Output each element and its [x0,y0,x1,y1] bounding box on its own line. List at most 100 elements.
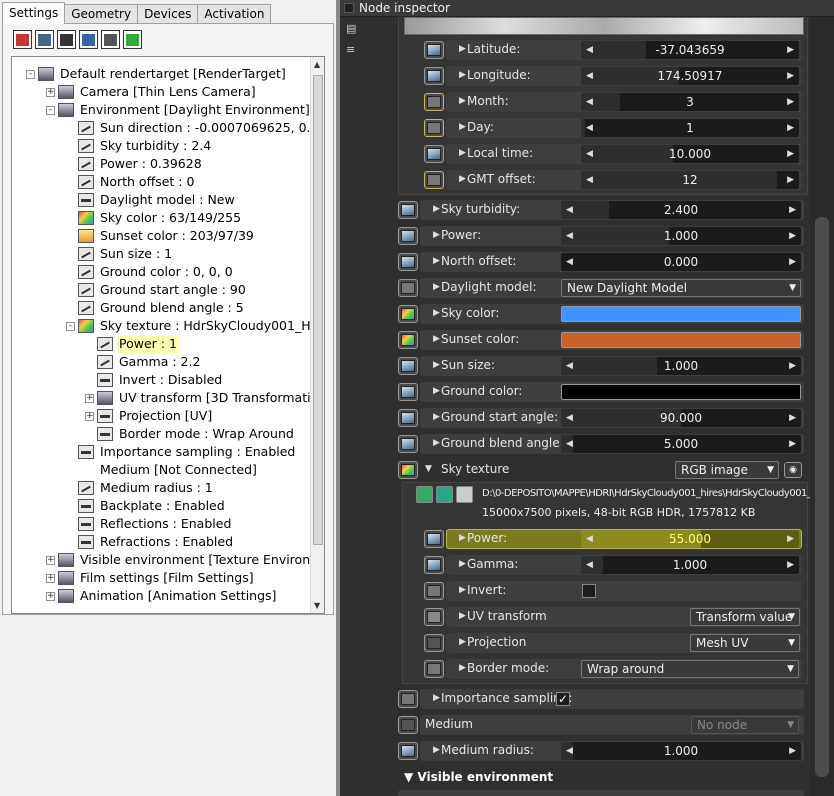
scroll-down-icon[interactable]: ▼ [314,601,320,610]
param-checkbox[interactable]: ✓ [556,692,570,706]
increment-icon[interactable]: ▶ [789,742,796,760]
param-icon[interactable] [424,171,444,189]
expand-arrow-icon[interactable]: ▶ [433,693,441,703]
tree-item[interactable]: Medium radius : 1 [66,479,215,497]
tree-item[interactable]: Refractions : Enabled [66,533,235,551]
expand-arrow-icon[interactable]: ▶ [459,585,467,595]
expand-arrow-icon[interactable]: ▶ [459,637,467,647]
tree-item[interactable]: Sun size : 1 [66,245,174,263]
decrement-icon[interactable]: ◀ [586,41,593,59]
inspector-scroll-thumb[interactable] [815,217,829,777]
param-icon[interactable] [398,201,418,219]
tree-item[interactable]: Border mode : Wrap Around [85,425,296,443]
param-icon[interactable] [424,660,444,678]
tree-item[interactable]: Sky color : 63/149/255 [66,209,243,227]
expand-arrow-icon[interactable]: ▶ [433,745,441,755]
expand-arrow-icon[interactable]: ▶ [459,70,467,80]
increment-icon[interactable]: ▶ [789,201,796,219]
tree-item[interactable]: Gamma : 2.2 [85,353,202,371]
increment-icon[interactable]: ▶ [787,530,794,548]
decrement-icon[interactable]: ◀ [566,227,573,245]
increment-icon[interactable]: ▶ [787,41,794,59]
tree-item[interactable]: - Sky texture : HdrSkyCloudy001_HDR_HIRES [66,317,324,335]
color-swatch[interactable] [561,332,801,348]
scroll-up-icon[interactable]: ▲ [314,60,320,69]
reload-icon[interactable] [436,486,453,503]
expand-icon[interactable]: + [46,555,55,565]
param-dropdown[interactable]: Mesh UV ▼ [690,634,800,652]
expand-arrow-icon[interactable]: ▶ [433,412,441,422]
tree-item[interactable]: Sun direction : -0.0007069625, 0.0005894 [66,119,324,137]
param-icon[interactable] [424,119,444,137]
collapse-icon[interactable]: - [46,105,55,115]
tree-item[interactable]: Ground color : 0, 0, 0 [66,263,235,281]
expand-arrow-icon[interactable]: ▶ [459,663,467,673]
param-slider[interactable]: ◀ 1.000 ▶ [561,742,801,760]
param-checkbox[interactable] [582,584,596,598]
tree-item[interactable]: Backplate : Enabled [66,497,227,515]
tree-item[interactable]: + Animation [Animation Settings] [46,587,278,605]
expand-arrow-icon[interactable]: ▶ [459,533,467,543]
decrement-icon[interactable]: ◀ [586,93,593,111]
decrement-icon[interactable]: ◀ [566,253,573,271]
param-icon[interactable] [424,556,444,574]
expand-arrow-icon[interactable]: ▶ [459,96,467,106]
tree-item[interactable]: Importance sampling : Enabled [66,443,297,461]
decrement-icon[interactable]: ◀ [566,742,573,760]
param-dropdown[interactable]: Transform value ▼ [690,608,800,626]
decrement-icon[interactable]: ◀ [566,201,573,219]
param-icon[interactable] [398,331,418,349]
param-icon[interactable] [398,435,418,453]
param-slider[interactable]: ◀ 5.000 ▶ [561,435,801,453]
expand-arrow-icon[interactable]: ▶ [433,282,441,292]
collapse-arrow-icon[interactable]: ▼ [425,464,432,474]
expand-arrow-icon[interactable]: ▶ [433,438,441,448]
tree-item[interactable]: Ground start angle : 90 [66,281,248,299]
param-icon[interactable] [424,608,444,626]
param-slider[interactable]: ◀ 10.000 ▶ [581,145,799,163]
param-slider[interactable]: ◀ 1 ▶ [581,119,799,137]
param-icon[interactable] [398,279,418,297]
increment-icon[interactable]: ▶ [789,227,796,245]
increment-icon[interactable]: ▶ [787,67,794,85]
expand-arrow-icon[interactable]: ▶ [433,334,441,344]
expand-arrow-icon[interactable]: ▶ [459,611,467,621]
increment-icon[interactable]: ▶ [787,119,794,137]
decrement-icon[interactable]: ◀ [586,119,593,137]
param-icon[interactable] [424,93,444,111]
increment-icon[interactable]: ▶ [787,93,794,111]
film-strip-icon[interactable] [456,486,473,503]
increment-icon[interactable]: ▶ [789,435,796,453]
decrement-icon[interactable]: ◀ [586,145,593,163]
tree-item[interactable]: + UV transform [3D Transformation] [85,389,324,407]
color-swatch[interactable] [561,384,801,400]
decrement-icon[interactable]: ◀ [566,435,573,453]
tree-item[interactable]: Reflections : Enabled [66,515,233,533]
param-slider[interactable]: ◀ 174.50917 ▶ [581,67,799,85]
tree-item[interactable]: Sunset color : 203/97/39 [66,227,256,245]
tree-item[interactable]: - Default rendertarget [RenderTarget] [26,65,288,83]
tree-item[interactable]: + Visible environment [Texture Environmen… [46,551,324,569]
param-icon[interactable] [398,357,418,375]
param-slider[interactable]: ◀ 2.400 ▶ [561,201,801,219]
expand-arrow-icon[interactable]: ▶ [459,559,467,569]
load-file-icon[interactable] [416,486,433,503]
param-slider[interactable]: ◀ 1.000 ▶ [561,357,801,375]
decrement-icon[interactable]: ◀ [586,67,593,85]
param-icon[interactable] [398,305,418,323]
param-slider[interactable]: ◀ 3 ▶ [581,93,799,111]
param-icon[interactable] [398,383,418,401]
expand-arrow-icon[interactable]: ▶ [433,308,441,318]
expand-icon[interactable]: + [46,591,55,601]
tree-item[interactable]: Ground blend angle : 5 [66,299,246,317]
expand-arrow-icon[interactable]: ▶ [459,148,467,158]
expand-icon[interactable]: ≡ [346,43,356,56]
decrement-icon[interactable]: ◀ [566,409,573,427]
increment-icon[interactable]: ▶ [787,145,794,163]
landscape-button[interactable] [101,30,120,49]
param-slider[interactable]: ◀ 55.000 ▶ [581,530,799,548]
tree-item[interactable]: + Camera [Thin Lens Camera] [46,83,258,101]
film-button[interactable] [57,30,76,49]
expand-arrow-icon[interactable]: ▶ [433,256,441,266]
param-dropdown[interactable]: New Daylight Model ▼ [561,279,801,297]
